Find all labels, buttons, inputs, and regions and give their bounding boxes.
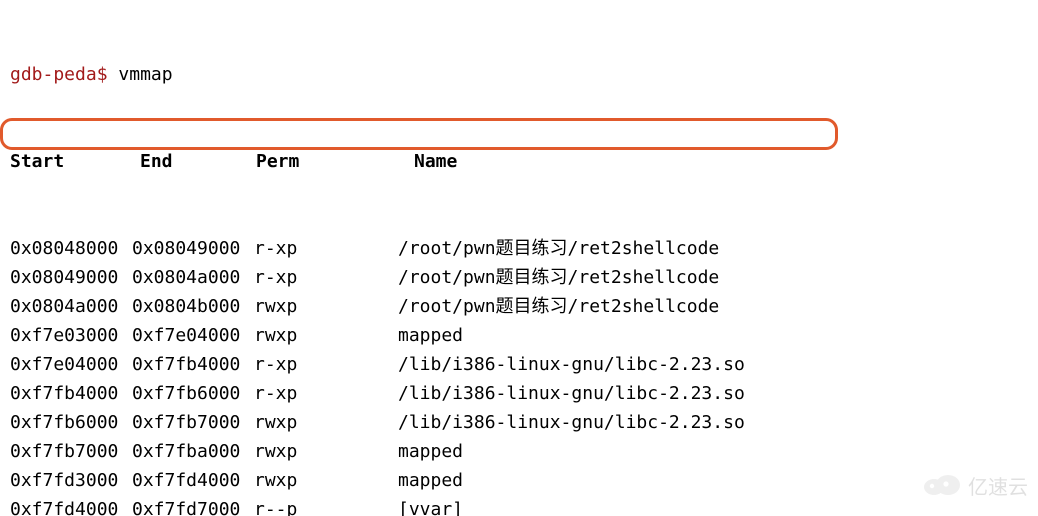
cell-start: 0xf7e03000 [10, 321, 132, 350]
table-row: 0x080480000x08049000r-xp/root/pwn题目练习/re… [10, 234, 1038, 263]
cell-perm: r-xp [254, 234, 398, 263]
cell-perm: r-xp [254, 379, 398, 408]
cell-end: 0xf7fb7000 [132, 408, 254, 437]
cell-end: 0xf7fb6000 [132, 379, 254, 408]
table-row: 0xf7e040000xf7fb4000r-xp/lib/i386-linux-… [10, 350, 1038, 379]
prompt-line: gdb-peda$ vmmap [10, 60, 1038, 89]
cell-start: 0xf7fd3000 [10, 466, 132, 495]
cell-name: /lib/i386-linux-gnu/libc-2.23.so [398, 350, 745, 379]
cell-start: 0x08048000 [10, 234, 132, 263]
cell-start: 0xf7fb6000 [10, 408, 132, 437]
cell-end: 0xf7fb4000 [132, 350, 254, 379]
cell-name: mapped [398, 437, 463, 466]
cell-start: 0xf7e04000 [10, 350, 132, 379]
cell-perm: r--p [254, 495, 398, 516]
cell-perm: rwxp [254, 408, 398, 437]
cell-perm: r-xp [254, 350, 398, 379]
command-text: vmmap [118, 64, 172, 85]
table-row: 0xf7e030000xf7e04000rwxpmapped [10, 321, 1038, 350]
cell-start: 0x0804a000 [10, 292, 132, 321]
cell-perm: rwxp [254, 292, 398, 321]
cell-name: /root/pwn题目练习/ret2shellcode [398, 292, 719, 321]
header-end: End [140, 147, 256, 176]
cell-perm: r-xp [254, 263, 398, 292]
prompt-label: gdb-peda$ [10, 64, 108, 85]
table-row: 0xf7fd40000xf7fd7000r--p[vvar] [10, 495, 1038, 516]
table-row: 0x0804a0000x0804b000rwxp/root/pwn题目练习/re… [10, 292, 1038, 321]
cell-end: 0x0804a000 [132, 263, 254, 292]
table-row: 0x080490000x0804a000r-xp/root/pwn题目练习/re… [10, 263, 1038, 292]
cell-start: 0x08049000 [10, 263, 132, 292]
cell-perm: rwxp [254, 466, 398, 495]
cell-end: 0xf7fd7000 [132, 495, 254, 516]
cell-name: mapped [398, 466, 463, 495]
cell-start: 0xf7fb7000 [10, 437, 132, 466]
cell-end: 0xf7fd4000 [132, 466, 254, 495]
cell-perm: rwxp [254, 437, 398, 466]
table-row: 0xf7fb60000xf7fb7000rwxp/lib/i386-linux-… [10, 408, 1038, 437]
table-row: 0xf7fb40000xf7fb6000r-xp/lib/i386-linux-… [10, 379, 1038, 408]
cell-start: 0xf7fd4000 [10, 495, 132, 516]
cell-name: [vvar] [398, 495, 463, 516]
cell-name: /lib/i386-linux-gnu/libc-2.23.so [398, 408, 745, 437]
table-header: StartEndPermName [10, 147, 1038, 176]
terminal-output[interactable]: gdb-peda$ vmmap StartEndPermName 0x08048… [0, 0, 1038, 516]
header-start: Start [10, 147, 140, 176]
cell-name: /root/pwn题目练习/ret2shellcode [398, 263, 719, 292]
header-perm: Perm [256, 147, 414, 176]
table-row: 0xf7fb70000xf7fba000rwxpmapped [10, 437, 1038, 466]
cell-name: /root/pwn题目练习/ret2shellcode [398, 234, 719, 263]
cell-start: 0xf7fb4000 [10, 379, 132, 408]
highlight-annotation [0, 118, 838, 150]
table-row: 0xf7fd30000xf7fd4000rwxpmapped [10, 466, 1038, 495]
header-name: Name [414, 147, 457, 176]
cell-end: 0x08049000 [132, 234, 254, 263]
cell-perm: rwxp [254, 321, 398, 350]
cell-name: /lib/i386-linux-gnu/libc-2.23.so [398, 379, 745, 408]
cell-end: 0xf7fba000 [132, 437, 254, 466]
cell-end: 0xf7e04000 [132, 321, 254, 350]
cell-name: mapped [398, 321, 463, 350]
cell-end: 0x0804b000 [132, 292, 254, 321]
